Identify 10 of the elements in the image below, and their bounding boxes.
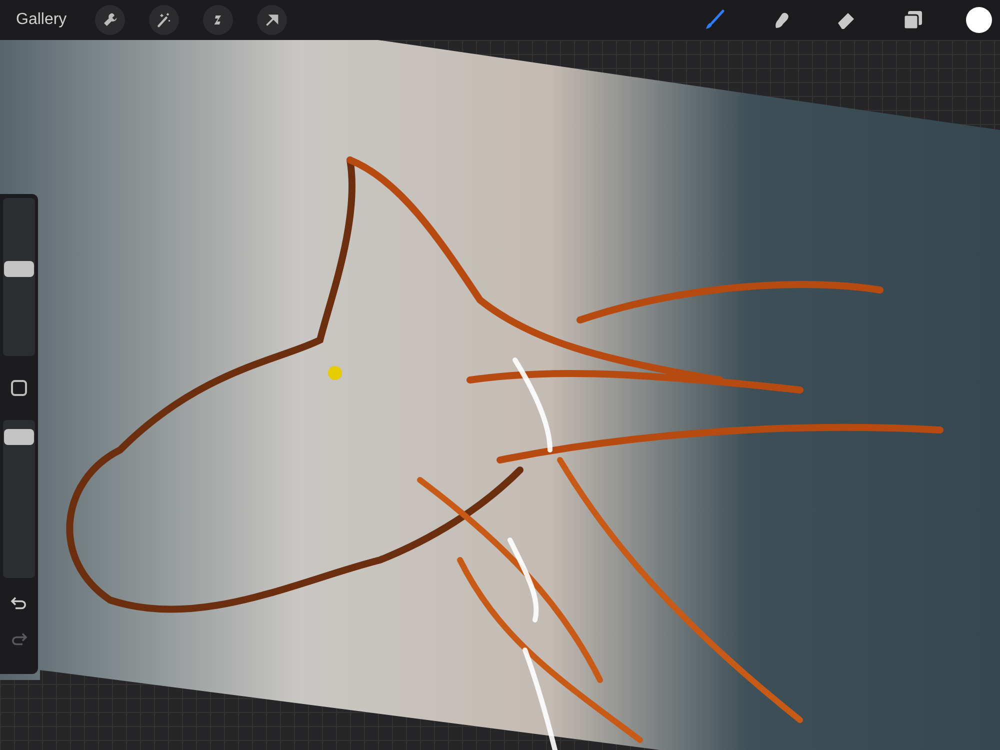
magic-wand-icon[interactable] — [148, 5, 179, 35]
selection-icon[interactable] — [202, 5, 233, 35]
opacity-slider[interactable] — [3, 420, 35, 578]
color-swatch[interactable] — [966, 7, 992, 33]
brush-size-slider[interactable] — [3, 198, 35, 356]
gallery-button[interactable]: Gallery — [12, 7, 71, 33]
square-icon[interactable] — [11, 380, 27, 396]
slider-thumb[interactable] — [4, 429, 34, 446]
slider-thumb[interactable] — [4, 261, 34, 278]
wrench-icon[interactable] — [94, 5, 125, 35]
